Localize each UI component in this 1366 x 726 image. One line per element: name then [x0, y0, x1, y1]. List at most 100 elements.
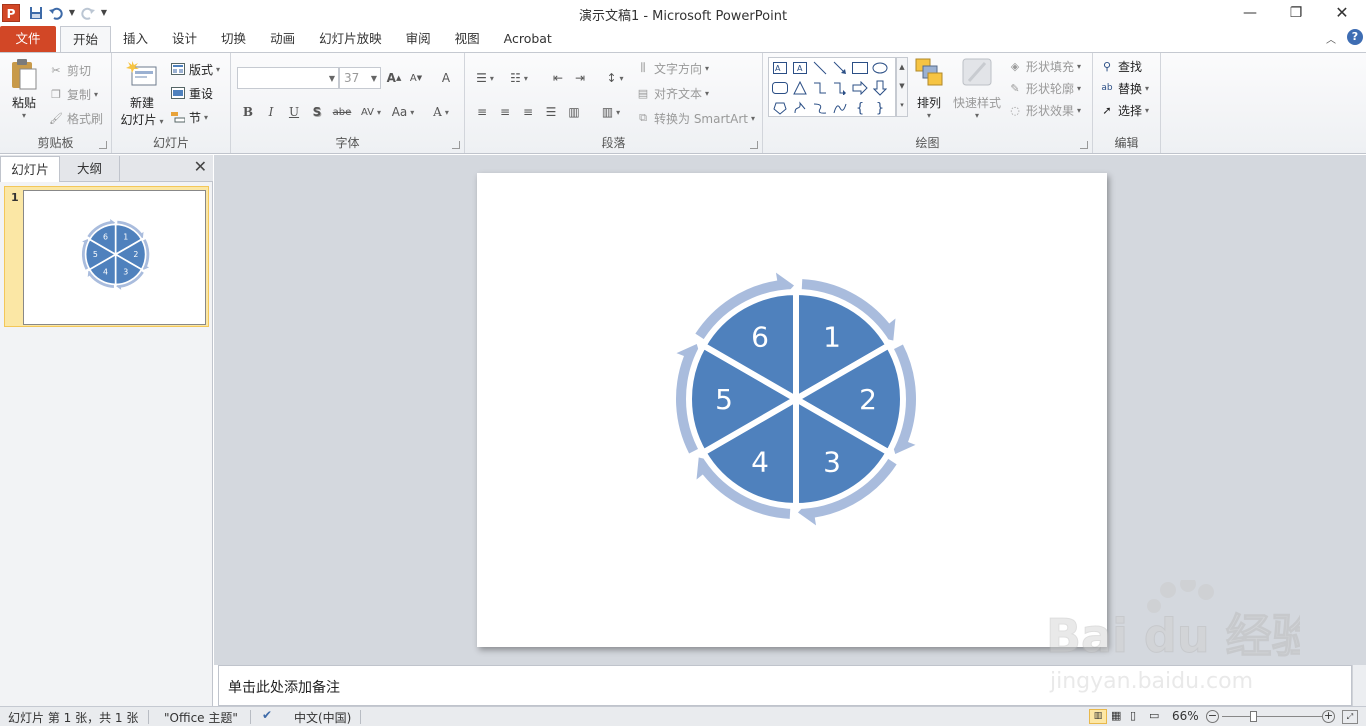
freeform-shape-icon[interactable] — [791, 99, 809, 117]
clear-formatting-button[interactable]: A — [435, 67, 457, 89]
numbering-button[interactable]: ☷ ▾ — [505, 67, 533, 89]
oval-shape-icon[interactable] — [871, 59, 889, 77]
left-brace-shape-icon[interactable]: { — [851, 99, 869, 117]
reset-button[interactable]: 重设 — [170, 82, 213, 104]
text-direction-button[interactable]: ⫼ 文字方向 ▾ — [635, 57, 709, 79]
dialog-launcher-icon[interactable] — [452, 141, 460, 149]
shape-fill-button[interactable]: ◈ 形状填充 ▾ — [1007, 55, 1081, 77]
zoom-out-button[interactable]: − — [1206, 710, 1219, 723]
tab-slideshow[interactable]: 幻灯片放映 — [307, 26, 394, 52]
convert-smartart-button[interactable]: ⧉ 转换为 SmartArt ▾ — [635, 107, 755, 129]
slideshow-view-icon[interactable]: ▭ — [1149, 709, 1159, 722]
slide-sorter-icon[interactable]: ▦ — [1111, 709, 1121, 722]
elbow-arrow-shape-icon[interactable] — [831, 79, 849, 97]
dialog-launcher-icon[interactable] — [750, 141, 758, 149]
cycle-diagram[interactable]: 123 456 — [477, 173, 1107, 647]
tab-view[interactable]: 视图 — [443, 26, 492, 52]
tab-animations[interactable]: 动画 — [258, 26, 307, 52]
tab-design[interactable]: 设计 — [160, 26, 209, 52]
cut-button[interactable]: ✂ 剪切 — [48, 59, 91, 81]
arrow-line-shape-icon[interactable] — [831, 59, 849, 77]
italic-button[interactable]: I — [260, 101, 282, 123]
align-text-button[interactable]: ▤ 对齐文本 ▾ — [635, 82, 709, 104]
distributed-button[interactable]: ▥ — [563, 101, 585, 123]
select-button[interactable]: ➚ 选择 ▾ — [1099, 99, 1149, 121]
right-brace-shape-icon[interactable]: } — [871, 99, 889, 117]
strikethrough-button[interactable]: abe — [329, 101, 355, 123]
change-case-button[interactable]: Aa ▾ — [389, 101, 417, 123]
section-button[interactable]: 节 ▾ — [170, 106, 208, 128]
layout-button[interactable]: 版式 ▾ — [170, 58, 220, 80]
zoom-level[interactable]: 66% — [1172, 709, 1199, 723]
textbox-shape-icon[interactable]: A — [771, 59, 789, 77]
slide-thumbnail-item[interactable]: 1 123456 — [4, 186, 209, 327]
curve-shape-icon[interactable] — [831, 99, 849, 117]
slide-thumbnail[interactable]: 123 456 — [23, 190, 206, 325]
customize-qat-icon[interactable]: ▼ — [98, 2, 110, 24]
undo-icon[interactable] — [46, 2, 66, 24]
format-painter-button[interactable]: 🖌 格式刷 — [48, 107, 103, 129]
down-arrow-shape-icon[interactable] — [871, 79, 889, 97]
tab-home[interactable]: 开始 — [60, 26, 112, 53]
tab-insert[interactable]: 插入 — [111, 26, 160, 52]
collapse-ribbon-icon[interactable]: ︿ — [1326, 31, 1336, 46]
zoom-in-button[interactable]: + — [1322, 710, 1335, 723]
grow-font-button[interactable]: A ▲ — [383, 67, 405, 89]
tab-acrobat[interactable]: Acrobat — [492, 26, 564, 52]
new-slide-button[interactable]: 新建 幻灯片 ▾ — [116, 59, 168, 128]
help-icon[interactable]: ? — [1347, 29, 1363, 45]
shape-effects-button[interactable]: ◌ 形状效果 ▾ — [1007, 99, 1081, 121]
rounded-rect-shape-icon[interactable] — [771, 79, 789, 97]
find-button[interactable]: ⚲ 查找 — [1099, 55, 1142, 77]
increase-indent-button[interactable]: ⇥ — [569, 67, 591, 89]
shrink-font-button[interactable]: A ▼ — [405, 67, 427, 89]
slide-canvas[interactable]: 123 456 — [477, 173, 1107, 647]
curved-connector-shape-icon[interactable] — [811, 99, 829, 117]
font-name-combo[interactable]: ▼ — [237, 67, 339, 89]
underline-button[interactable]: U — [283, 101, 305, 123]
quick-styles-button[interactable]: 快速样式 ▾ — [951, 57, 1003, 120]
reading-view-icon[interactable]: ▯ — [1130, 709, 1136, 722]
arrange-button[interactable]: 排列 ▾ — [909, 57, 949, 120]
align-left-button[interactable]: ≡ — [471, 101, 493, 123]
spellcheck-icon[interactable]: ✔ — [262, 708, 272, 722]
zoom-slider-thumb[interactable] — [1250, 711, 1257, 722]
rectangle-shape-icon[interactable] — [851, 59, 869, 77]
font-color-button[interactable]: A ▾ — [427, 101, 455, 123]
vertical-scrollbar[interactable] — [1352, 665, 1366, 706]
font-size-combo[interactable]: 37 ▼ — [339, 67, 381, 89]
paste-button[interactable]: 粘贴 ▾ — [4, 57, 44, 120]
decrease-indent-button[interactable]: ⇤ — [547, 67, 569, 89]
shapes-gallery-scroll[interactable]: ▲ ▼ ▾ — [896, 57, 908, 117]
vertical-textbox-shape-icon[interactable]: A — [791, 59, 809, 77]
bold-button[interactable]: B — [237, 101, 259, 123]
elbow-connector-shape-icon[interactable] — [811, 79, 829, 97]
restore-button[interactable]: ❐ — [1273, 0, 1319, 25]
right-arrow-shape-icon[interactable] — [851, 79, 869, 97]
bullets-button[interactable]: ☰ ▾ — [471, 67, 499, 89]
justify-button[interactable]: ☰ — [540, 101, 562, 123]
tab-slides[interactable]: 幻灯片 — [0, 156, 60, 182]
dialog-launcher-icon[interactable] — [99, 141, 107, 149]
columns-button[interactable]: ▥ ▾ — [597, 101, 625, 123]
notes-pane[interactable]: 单击此处添加备注 — [218, 665, 1352, 706]
tab-outline[interactable]: 大纲 — [60, 156, 120, 182]
tab-file[interactable]: 文件 — [0, 26, 56, 52]
copy-button[interactable]: ❐ 复制 ▾ — [48, 83, 98, 105]
language-status[interactable]: 中文(中国) — [294, 709, 351, 726]
redo-icon[interactable] — [78, 2, 98, 24]
dialog-launcher-icon[interactable] — [1080, 141, 1088, 149]
close-panel-icon[interactable]: ✕ — [194, 157, 207, 176]
align-right-button[interactable]: ≡ — [517, 101, 539, 123]
normal-view-icon[interactable]: ▥ — [1089, 709, 1107, 724]
line-shape-icon[interactable] — [811, 59, 829, 77]
character-spacing-button[interactable]: AV ▾ — [357, 101, 385, 123]
close-button[interactable]: ✕ — [1319, 0, 1365, 25]
align-center-button[interactable]: ≡ — [494, 101, 516, 123]
text-shadow-button[interactable]: S — [306, 101, 328, 123]
tab-review[interactable]: 审阅 — [394, 26, 443, 52]
undo-dropdown-icon[interactable]: ▼ — [66, 2, 78, 24]
fit-to-window-icon[interactable]: ⤢ — [1342, 710, 1358, 724]
triangle-shape-icon[interactable] — [791, 79, 809, 97]
save-icon[interactable] — [26, 2, 46, 24]
